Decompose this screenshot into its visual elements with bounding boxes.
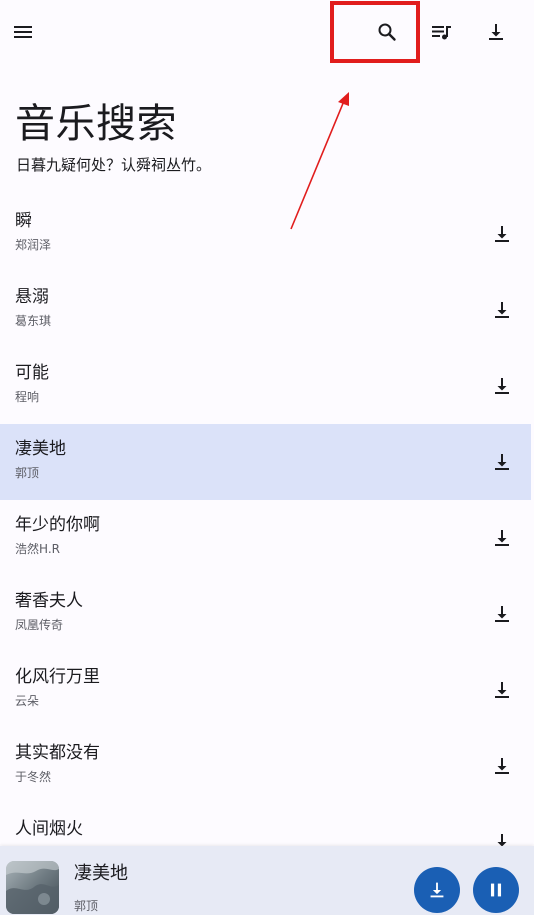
download-icon bbox=[497, 834, 507, 846]
download-button[interactable] bbox=[476, 12, 516, 52]
song-title: 化风行万里 bbox=[15, 667, 100, 687]
song-title: 年少的你啊 bbox=[15, 515, 100, 535]
album-art-image bbox=[6, 861, 59, 914]
song-download-button[interactable] bbox=[482, 670, 522, 710]
hamburger-menu-icon bbox=[14, 26, 32, 38]
download-icon bbox=[495, 758, 509, 774]
song-artist: 凤凰传奇 bbox=[15, 618, 64, 632]
top-app-bar bbox=[0, 0, 534, 64]
song-title: 奢香夫人 bbox=[15, 591, 83, 611]
song-item[interactable]: 其实都没有 于冬然 bbox=[0, 728, 531, 804]
song-title: 悬溺 bbox=[15, 287, 49, 307]
pause-icon bbox=[490, 883, 502, 897]
queue-music-icon bbox=[432, 26, 451, 40]
song-item[interactable]: 年少的你啊 浩然H.R bbox=[0, 500, 531, 576]
song-download-button[interactable] bbox=[482, 822, 522, 846]
song-artist: 浩然H.R bbox=[15, 542, 60, 556]
song-download-button[interactable] bbox=[482, 442, 522, 482]
download-icon bbox=[430, 882, 444, 898]
now-playing-bar[interactable]: 凄美地 郭顶 bbox=[0, 846, 534, 915]
page-subtitle: 日暮九疑何处？认舜祠丛竹。 bbox=[16, 156, 212, 174]
song-artist: 郭顶 bbox=[15, 466, 40, 480]
song-item[interactable]: 人间烟火 bbox=[0, 804, 531, 846]
song-download-button[interactable] bbox=[482, 290, 522, 330]
song-artist: 于冬然 bbox=[15, 770, 52, 784]
song-download-button[interactable] bbox=[482, 214, 522, 254]
now-playing-artist: 郭顶 bbox=[74, 899, 99, 913]
song-download-button[interactable] bbox=[482, 746, 522, 786]
song-title: 瞬 bbox=[15, 211, 32, 231]
download-icon bbox=[489, 24, 503, 40]
queue-music-button[interactable] bbox=[422, 12, 462, 52]
song-item[interactable]: 奢香夫人 凤凰传奇 bbox=[0, 576, 531, 652]
song-artist: 程响 bbox=[15, 390, 40, 404]
menu-button[interactable] bbox=[3, 12, 43, 52]
song-download-button[interactable] bbox=[482, 366, 522, 406]
now-playing-title: 凄美地 bbox=[74, 863, 128, 884]
song-item[interactable]: 瞬 郑润泽 bbox=[0, 196, 531, 272]
player-download-button[interactable] bbox=[414, 867, 460, 913]
song-title: 其实都没有 bbox=[15, 743, 100, 763]
music-search-screen: 音乐搜索 日暮九疑何处？认舜祠丛竹。 瞬 郑润泽 悬溺 葛东琪 可能 程响 凄美… bbox=[0, 0, 534, 915]
search-button[interactable] bbox=[367, 12, 407, 52]
download-icon bbox=[495, 454, 509, 470]
download-icon bbox=[495, 378, 509, 394]
song-title: 凄美地 bbox=[15, 439, 66, 459]
song-title: 人间烟火 bbox=[15, 819, 83, 839]
download-icon bbox=[495, 530, 509, 546]
song-download-button[interactable] bbox=[482, 518, 522, 558]
song-artist: 郑润泽 bbox=[15, 238, 52, 252]
song-artist: 葛东琪 bbox=[15, 314, 52, 328]
album-art bbox=[6, 861, 59, 914]
download-icon bbox=[495, 226, 509, 242]
pause-button[interactable] bbox=[473, 867, 519, 913]
song-item-selected[interactable]: 凄美地 郭顶 bbox=[0, 424, 531, 500]
song-download-button[interactable] bbox=[482, 594, 522, 634]
page-title: 音乐搜索 bbox=[15, 101, 177, 147]
song-title: 可能 bbox=[15, 363, 49, 383]
song-item[interactable]: 悬溺 葛东琪 bbox=[0, 272, 531, 348]
download-icon bbox=[495, 302, 509, 318]
download-icon bbox=[495, 606, 509, 622]
search-icon bbox=[378, 23, 396, 41]
song-item[interactable]: 可能 程响 bbox=[0, 348, 531, 424]
download-icon bbox=[495, 682, 509, 698]
song-item[interactable]: 化风行万里 云朵 bbox=[0, 652, 531, 728]
song-list: 瞬 郑润泽 悬溺 葛东琪 可能 程响 凄美地 郭顶 年少的你啊 浩然H.R 奢香… bbox=[0, 196, 531, 846]
song-artist: 云朵 bbox=[15, 694, 40, 708]
